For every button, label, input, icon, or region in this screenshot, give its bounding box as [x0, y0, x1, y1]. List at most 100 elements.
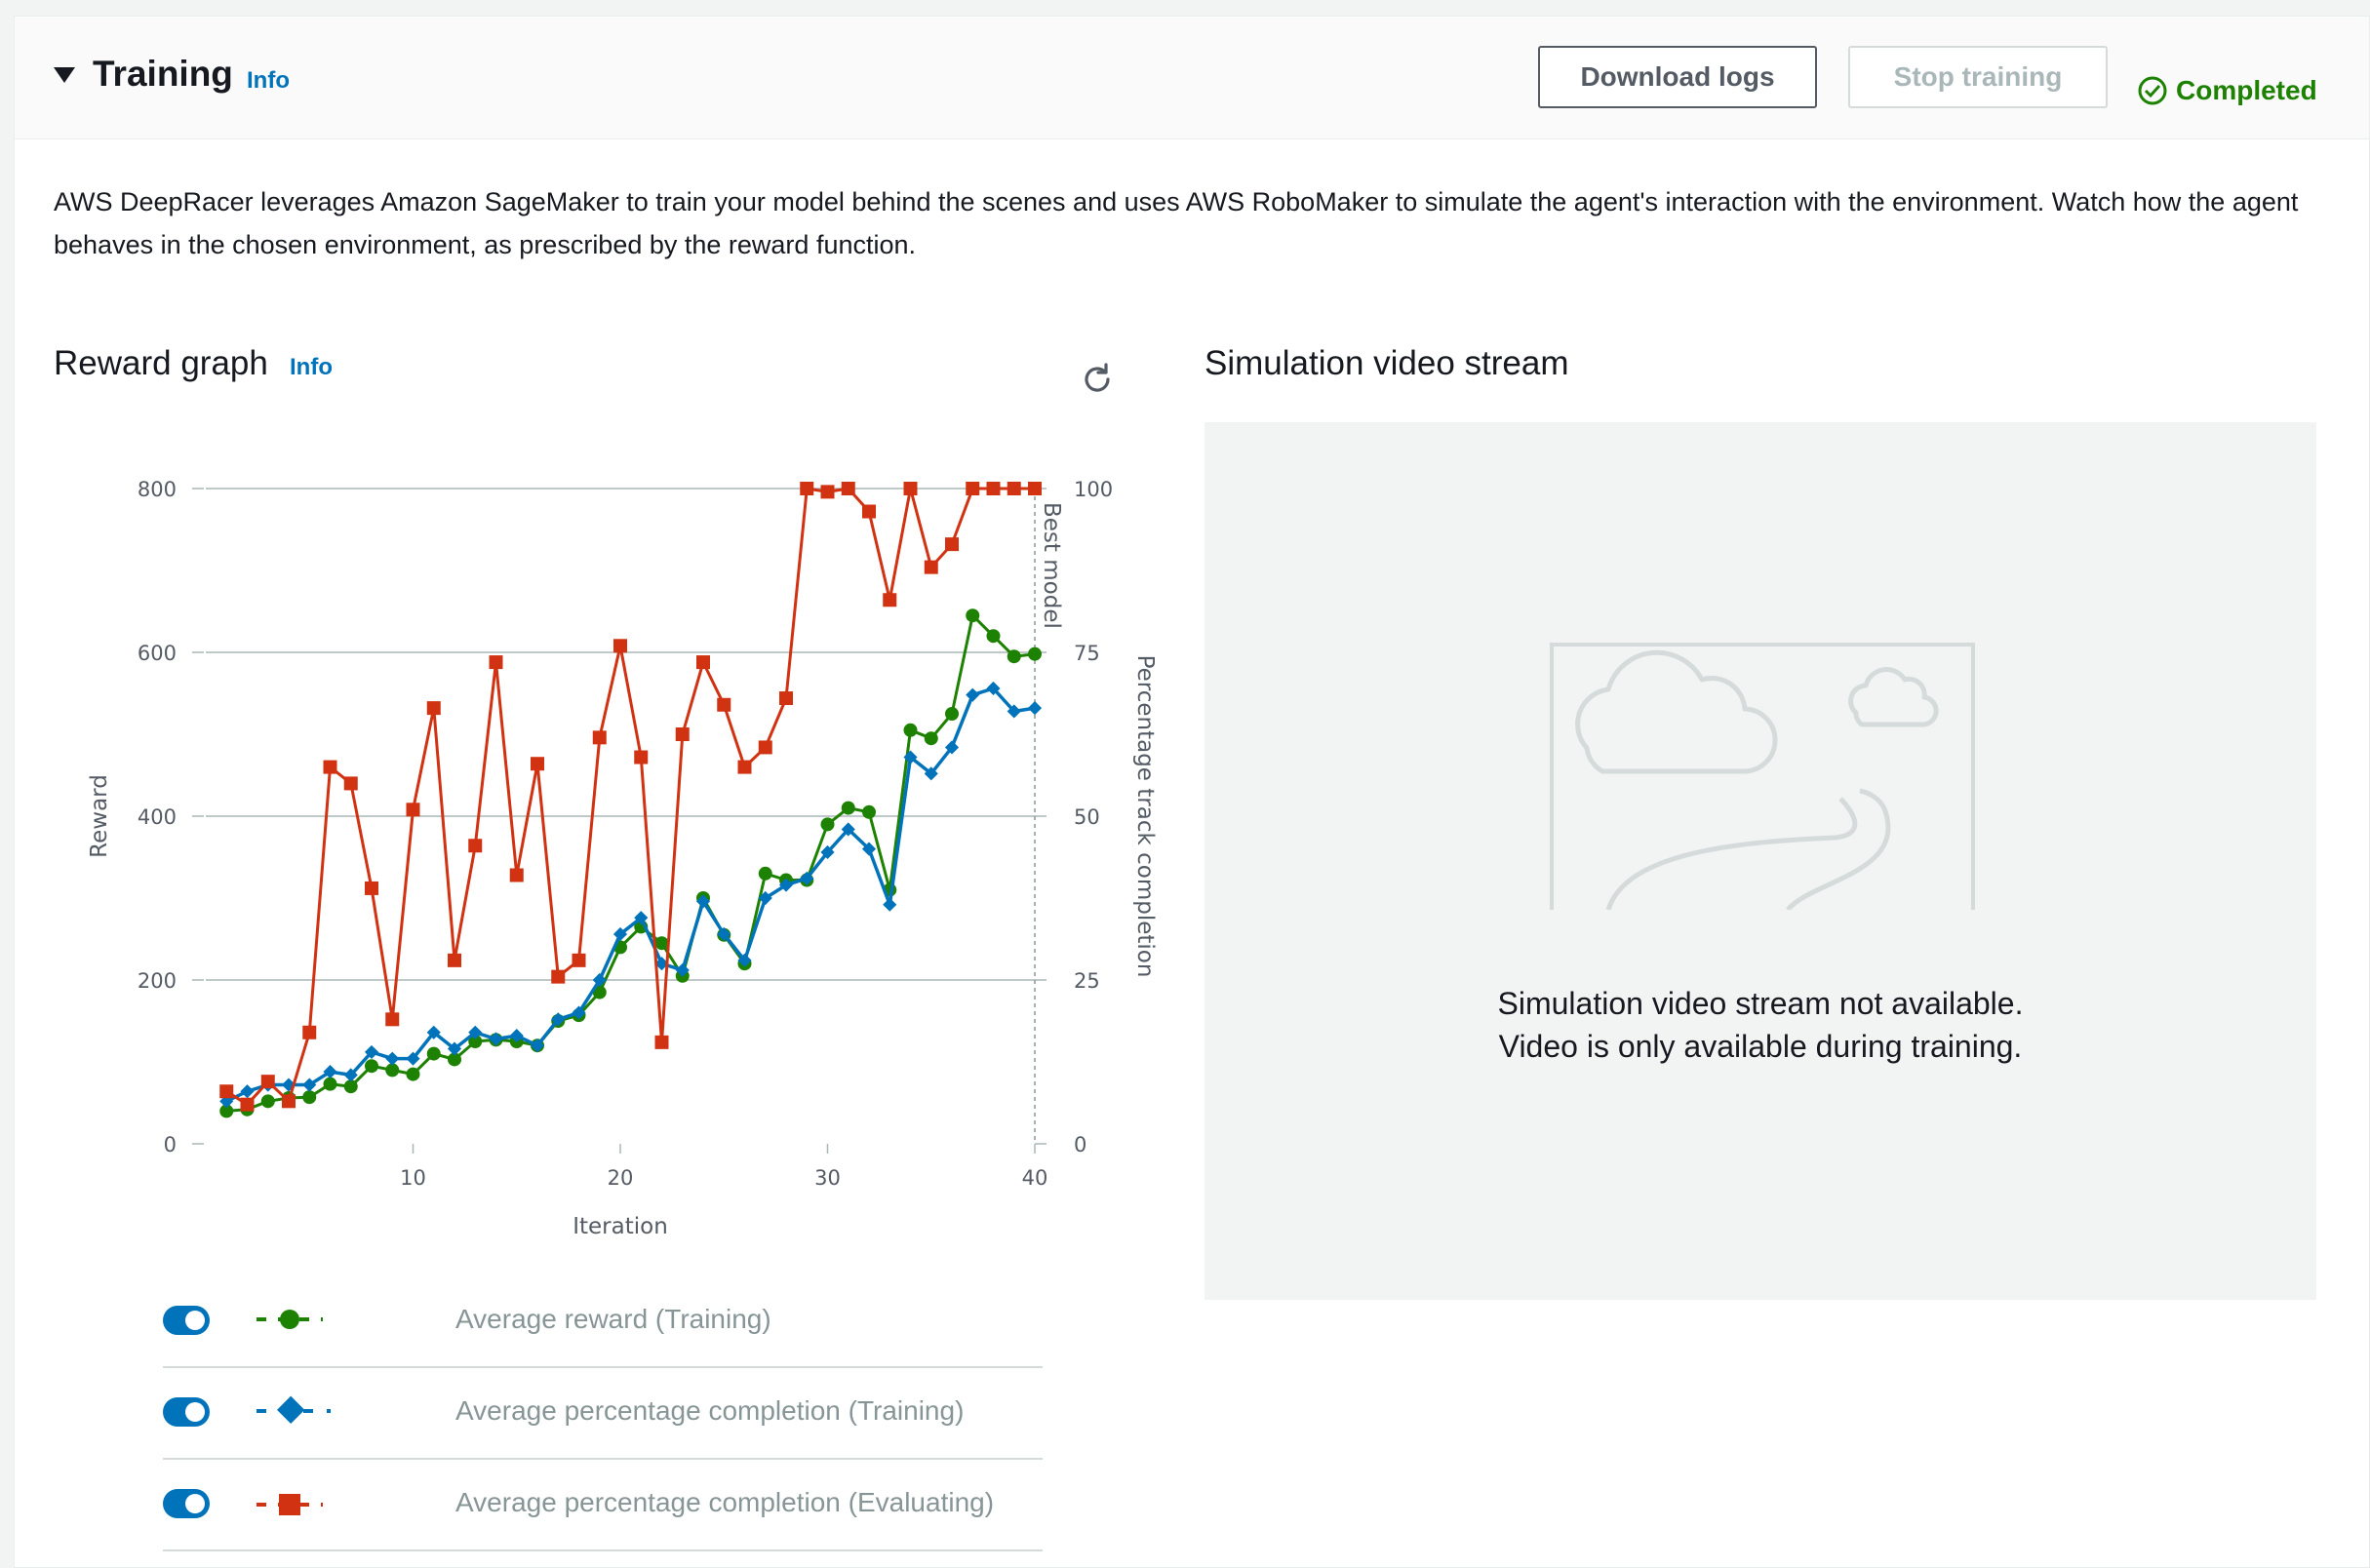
y2-tick-label: 75	[1074, 642, 1100, 665]
data-point	[966, 687, 980, 702]
y-axis-title: Reward	[87, 774, 112, 858]
data-point	[468, 839, 483, 853]
data-point	[219, 1084, 234, 1099]
legend-label: Average percentage completion (Evaluatin…	[455, 1487, 995, 1517]
video-placeholder: Simulation video stream not available. V…	[1205, 422, 2316, 1300]
data-point	[862, 804, 876, 819]
status-badge: Completed	[2137, 75, 2317, 106]
toggle-completion-training[interactable]	[163, 1397, 210, 1427]
data-point	[841, 801, 855, 815]
data-point	[282, 1094, 296, 1109]
best-model-label: Best model	[1039, 502, 1064, 629]
y2-axis-title: Percentage track completion	[1132, 655, 1158, 978]
data-point	[385, 1012, 400, 1027]
series-line-1	[226, 613, 1036, 1113]
panel-title: Training	[93, 54, 233, 94]
data-point	[385, 1051, 400, 1066]
stop-training-button[interactable]: Stop training	[1848, 46, 2108, 108]
data-point	[551, 969, 566, 984]
training-info-link[interactable]: Info	[247, 67, 290, 95]
y2-tick-label: 50	[1074, 805, 1100, 829]
data-point	[737, 760, 752, 774]
refresh-icon[interactable]	[1078, 360, 1117, 399]
video-message-line1: Simulation video stream not available.	[1497, 986, 2024, 1021]
data-point	[986, 629, 1001, 644]
data-point	[758, 866, 772, 881]
training-description: AWS DeepRacer leverages Amazon SageMaker…	[54, 187, 2299, 259]
data-point	[365, 1059, 378, 1074]
series-line-2	[225, 686, 1036, 1103]
data-point	[323, 760, 337, 774]
data-point	[820, 485, 835, 499]
data-point	[966, 608, 980, 623]
data-point	[654, 936, 669, 951]
data-point	[1028, 647, 1042, 661]
landscape-placeholder-icon	[1550, 643, 1975, 910]
y-tick-label: 200	[138, 969, 177, 993]
data-point	[634, 750, 649, 764]
video-stream-title: Simulation video stream	[1205, 344, 1569, 382]
training-panel: Training Info Download logs Stop trainin…	[14, 16, 2370, 1568]
data-point	[820, 817, 835, 832]
video-unavailable-message: Simulation video stream not available. V…	[1205, 982, 2316, 1068]
check-circle-icon	[2138, 76, 2167, 105]
data-point	[945, 707, 959, 721]
data-point	[841, 482, 855, 495]
y2-tick-label: 25	[1074, 969, 1100, 993]
y2-tick-label: 100	[1074, 478, 1113, 501]
data-point	[302, 1090, 317, 1105]
y-tick-label: 800	[138, 478, 177, 501]
x-tick-label: 30	[814, 1166, 841, 1190]
y-tick-label: 400	[138, 805, 177, 829]
data-point	[531, 757, 544, 771]
data-point	[800, 482, 814, 495]
square-marker-icon	[257, 1494, 323, 1515]
legend-label: Average percentage completion (Training)	[455, 1395, 965, 1426]
data-point	[240, 1084, 255, 1099]
data-point	[945, 537, 959, 552]
data-point	[779, 691, 793, 706]
legend-item-completion-training: Average percentage completion (Training)	[163, 1368, 1043, 1460]
data-point	[675, 727, 690, 741]
data-point	[862, 504, 876, 519]
data-point	[260, 1094, 275, 1109]
x-axis-title: Iteration	[573, 1214, 668, 1239]
data-point	[883, 593, 897, 608]
data-point	[986, 482, 1001, 495]
data-point	[509, 868, 524, 882]
data-point	[1027, 701, 1043, 716]
data-point	[426, 701, 441, 716]
data-point	[613, 639, 627, 653]
data-point	[426, 1046, 441, 1061]
circle-marker-icon	[257, 1310, 323, 1329]
data-point	[903, 482, 918, 495]
data-point	[406, 1067, 420, 1081]
data-point	[717, 697, 731, 712]
data-point	[1028, 482, 1042, 495]
x-tick-label: 40	[1022, 1166, 1048, 1190]
data-point	[924, 560, 938, 574]
download-logs-button[interactable]: Download logs	[1538, 46, 1817, 108]
series-line-3	[225, 487, 1035, 1107]
status-text: Completed	[2176, 75, 2317, 105]
x-tick-label: 10	[400, 1166, 426, 1190]
legend-item-completion-evaluating: Average percentage completion (Evaluatin…	[163, 1460, 1043, 1551]
y-tick-label: 600	[138, 642, 177, 665]
data-point	[448, 953, 461, 967]
data-point	[365, 881, 378, 895]
data-point	[323, 1077, 337, 1091]
reward-graph-title: Reward graph	[54, 344, 268, 382]
reward-graph-info-link[interactable]: Info	[290, 354, 333, 381]
data-point	[240, 1097, 255, 1112]
data-point	[572, 953, 586, 967]
collapse-caret-icon[interactable]	[54, 67, 75, 83]
data-point	[696, 655, 710, 670]
data-point	[654, 1035, 669, 1049]
toggle-completion-evaluating[interactable]	[163, 1489, 210, 1518]
data-point	[260, 1075, 275, 1089]
data-point	[903, 723, 918, 737]
y-tick-label: 0	[164, 1133, 177, 1156]
toggle-average-reward[interactable]	[163, 1306, 210, 1335]
reward-chart: 0 200 400 600 800 0 25 50 75 100 10 20 30 40 Iteration…	[87, 478, 1158, 1239]
data-point	[1007, 649, 1021, 664]
